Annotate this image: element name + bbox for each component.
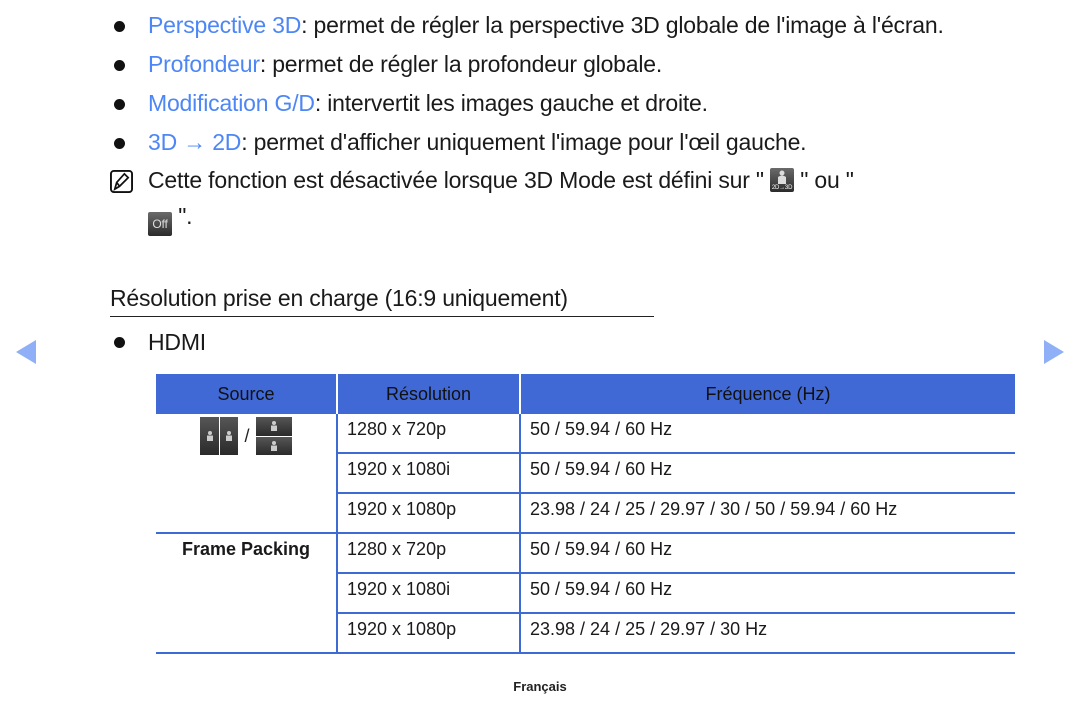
- description: : permet d'afficher uniquement l'image p…: [241, 129, 807, 155]
- header-source: Source: [156, 374, 337, 414]
- frequency-cell: 23.98 / 24 / 25 / 29.97 / 30 Hz: [519, 613, 1015, 654]
- resolution-cell: 1280 x 720p: [336, 414, 520, 454]
- list-item-profondeur: Profondeur: permet de régler la profonde…: [110, 45, 1030, 84]
- resolution-cell: 1920 x 1080i: [336, 453, 520, 494]
- note-icon: [110, 170, 133, 193]
- bullet-icon: [114, 337, 125, 348]
- note-text-middle: " ou ": [794, 167, 854, 193]
- keyword-2d: 2D: [212, 129, 242, 155]
- side-by-side-icon: [200, 417, 239, 455]
- footer-language: Français: [513, 679, 567, 694]
- table-header-row: Source Résolution Fréquence (Hz): [156, 374, 1015, 414]
- header-frequency: Fréquence (Hz): [519, 374, 1015, 414]
- section-title: Résolution prise en charge (16:9 uniquem…: [110, 283, 654, 317]
- bullet-icon: [114, 138, 125, 149]
- source-frame-packing: Frame Packing: [156, 533, 337, 654]
- frequency-cell: 50 / 59.94 / 60 Hz: [519, 453, 1015, 494]
- bullet-icon: [114, 21, 125, 32]
- resolution-cell: 1280 x 720p: [336, 533, 520, 574]
- header-resolution: Résolution: [336, 374, 520, 414]
- arrow-icon: →: [177, 129, 213, 155]
- description: : permet de régler la perspective 3D glo…: [301, 12, 944, 38]
- resolution-cell: 1920 x 1080p: [336, 613, 520, 654]
- triangle-left-icon[interactable]: [16, 340, 36, 364]
- source-3d-formats: /: [156, 414, 337, 534]
- table-row: / 1280 x 720p 50 / 59.94 / 60 Hz: [156, 414, 1015, 534]
- hdmi-label: HDMI: [148, 329, 206, 355]
- list-item-hdmi: HDMI: [110, 325, 206, 359]
- description: : permet de régler la profondeur globale…: [259, 51, 663, 77]
- frequency-cell: 50 / 59.94 / 60 Hz: [519, 573, 1015, 614]
- note-text-end: ".: [172, 203, 193, 229]
- resolution-cell: 1920 x 1080p: [336, 493, 520, 534]
- frequency-cell: 50 / 59.94 / 60 Hz: [519, 414, 1015, 454]
- keyword-3d: 3D: [148, 129, 178, 155]
- bullet-icon: [114, 99, 125, 110]
- table-row: Frame Packing 1280 x 720p 50 / 59.94 / 6…: [156, 533, 1015, 654]
- frequency-cell: 23.98 / 24 / 25 / 29.97 / 30 / 50 / 59.9…: [519, 493, 1015, 534]
- keyword: Profondeur: [148, 51, 260, 77]
- mode-2d-to-3d-icon: 2D→3D: [770, 168, 795, 192]
- list-item-3d-to-2d: 3D → 2D: permet d'afficher uniquement l'…: [110, 123, 1030, 162]
- list-item-perspective-3d: Perspective 3D: permet de régler la pers…: [110, 6, 1030, 45]
- top-and-bottom-icon: [255, 417, 292, 455]
- mode-off-icon: Off: [148, 212, 172, 236]
- keyword: Perspective 3D: [148, 12, 302, 38]
- separator: /: [244, 426, 250, 446]
- note-text-start: Cette fonction est désactivée lorsque 3D…: [148, 167, 764, 193]
- note: Cette fonction est désactivée lorsque 3D…: [58, 162, 1030, 236]
- frequency-cell: 50 / 59.94 / 60 Hz: [519, 533, 1015, 574]
- list-item-modification: Modification G/D: intervertit les images…: [110, 84, 1030, 123]
- keyword: Modification G/D: [148, 90, 315, 116]
- description: : intervertit les images gauche et droit…: [314, 90, 708, 116]
- feature-list: Perspective 3D: permet de régler la pers…: [110, 6, 1030, 236]
- resolution-table: Source Résolution Fréquence (Hz) / 1280 …: [156, 374, 1015, 654]
- bullet-icon: [114, 60, 125, 71]
- triangle-right-icon[interactable]: [1044, 340, 1064, 364]
- resolution-cell: 1920 x 1080i: [336, 573, 520, 614]
